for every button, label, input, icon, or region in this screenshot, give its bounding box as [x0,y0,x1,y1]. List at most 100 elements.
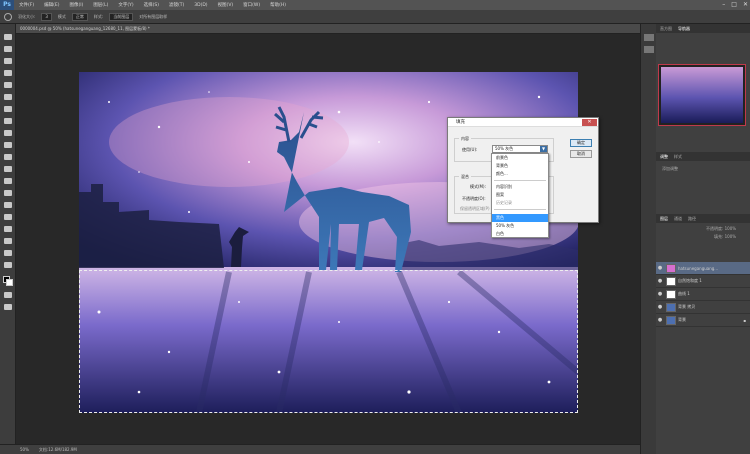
close-icon[interactable]: ✕ [743,1,748,8]
document-size: 文档:12.6M/182.9M [38,446,77,452]
visibility-eye-icon[interactable]: ● [656,304,664,310]
option-white[interactable]: 白色 [492,230,548,238]
marquee-selection [79,270,578,413]
tab-navigator[interactable]: 导航器 [678,26,690,32]
menu-view[interactable]: 视图(V) [213,2,239,8]
maximize-icon[interactable]: □ [731,1,737,8]
layer-name: 背景 [678,317,686,322]
blending-legend: 混合 [459,174,471,180]
fill-control[interactable]: 填充: 100% [714,234,736,240]
tab-channels[interactable]: 通道 [674,216,682,222]
menu-edit[interactable]: 编辑(E) [39,2,64,8]
menu-divider [494,180,546,181]
cancel-button[interactable]: 取消 [570,150,592,158]
opacity-value[interactable]: 100% [725,226,736,231]
history-panel-icon[interactable] [644,34,654,41]
menu-type[interactable]: 文字(Y) [113,2,138,8]
layer-row[interactable]: ● 背景 ▪ [656,314,750,327]
close-button[interactable]: ✕ [582,119,597,126]
layer-row[interactable]: ● 自然饱和度 1 [656,275,750,288]
menu-select[interactable]: 选择(S) [139,2,164,8]
brush-tool-icon[interactable] [4,118,12,124]
pen-tool-icon[interactable] [4,202,12,208]
use-select-value: 50% 灰色 [495,146,514,151]
menu-window[interactable]: 窗口(W) [238,2,265,8]
option-pattern[interactable]: 图案 [492,191,548,199]
tab-paths[interactable]: 路径 [688,216,696,222]
layer-row[interactable]: ● 背景 拷贝 [656,301,750,314]
dodge-tool-icon[interactable] [4,190,12,196]
visibility-eye-icon[interactable]: ● [656,291,664,297]
menu-bar: Ps 文件(F) 编辑(E) 图像(I) 图层(L) 文字(Y) 选择(S) 滤… [0,0,750,10]
zoom-level[interactable]: 50% [20,447,29,452]
visibility-eye-icon[interactable]: ● [656,317,664,323]
use-select[interactable]: 50% 灰色 ▼ [492,145,548,153]
option-50-gray[interactable]: 50% 灰色 [492,222,548,230]
layer-row[interactable]: ● hatsuneganguang... [656,262,750,275]
mode-label: 模式(M): [470,184,486,189]
preserve-transparency-checkbox[interactable]: 保留透明区域(P) [460,206,490,212]
eyedropper-icon[interactable] [4,94,12,100]
layer-thumbnail [666,315,676,325]
navigator-thumbnail[interactable] [658,64,746,126]
option-history[interactable]: 历史记录 [492,199,548,207]
minimize-icon[interactable]: – [722,1,725,8]
crop-tool-icon[interactable] [4,82,12,88]
chevron-down-icon[interactable]: ▼ [540,146,547,152]
blur-tool-icon[interactable] [4,178,12,184]
sample-all-checkbox[interactable]: 对所有图层取样 [139,14,167,20]
menu-file[interactable]: 文件(F) [14,2,39,8]
fill-value[interactable]: 100% [725,234,736,239]
path-select-icon[interactable] [4,226,12,232]
menu-layer[interactable]: 图层(L) [88,2,113,8]
gradient-tool-icon[interactable] [4,166,12,172]
layer-thumbnail [666,289,676,299]
eraser-tool-icon[interactable] [4,154,12,160]
lasso-tool-icon[interactable] [4,58,12,64]
layer-thumbnail [666,302,676,312]
menu-filter[interactable]: 滤镜(T) [164,2,189,8]
feather-input[interactable]: 3 [41,12,52,21]
feather-label: 羽化大小: [18,13,36,19]
opacity-label: 不透明度(O): [462,196,486,201]
visibility-eye-icon[interactable]: ● [656,278,664,284]
tab-histogram[interactable]: 直方图 [660,26,672,32]
menu-3d[interactable]: 3D(D) [189,3,212,8]
menu-help[interactable]: 帮助(H) [265,2,291,8]
menu-image[interactable]: 图像(I) [64,2,88,8]
clone-stamp-icon[interactable] [4,130,12,136]
background-color-swatch[interactable] [6,279,13,286]
mode-select[interactable]: 正常 [71,12,88,21]
screen-mode-icon[interactable] [4,304,12,310]
options-bar: 羽化大小: 3 模式 正常 样式: 当前图层 对所有图层取样 [0,10,750,24]
ok-button[interactable]: 确定 [570,139,592,147]
visibility-eye-icon[interactable]: ● [656,265,664,271]
marquee-tool-icon[interactable] [4,46,12,52]
menu-divider [494,209,546,210]
tab-layers[interactable]: 图层 [660,216,668,222]
layer-thumbnail [666,276,676,286]
history-brush-icon[interactable] [4,142,12,148]
move-tool-icon[interactable] [4,34,12,40]
tab-styles[interactable]: 样式 [674,154,682,160]
tab-adjustments[interactable]: 调整 [660,154,668,160]
zoom-tool-icon[interactable] [4,262,12,268]
option-color[interactable]: 颜色... [492,170,548,178]
tools-panel [0,24,16,454]
quick-select-icon[interactable] [4,70,12,76]
opacity-control[interactable]: 不透明度: 100% [706,226,736,232]
layer-row[interactable]: ● 曲线 1 [656,288,750,301]
healing-brush-icon[interactable] [4,106,12,112]
properties-panel-icon[interactable] [644,46,654,53]
option-content-aware[interactable]: 内容识别 [492,183,548,191]
type-tool-icon[interactable] [4,214,12,220]
quick-mask-icon[interactable] [4,292,12,298]
option-background[interactable]: 背景色 [492,162,548,170]
option-black[interactable]: 黑色 [492,214,548,222]
quick-select-tool-icon[interactable] [4,12,12,21]
style-select[interactable]: 当前图层 [109,12,134,21]
shape-tool-icon[interactable] [4,238,12,244]
option-foreground[interactable]: 前景色 [492,154,548,162]
hand-tool-icon[interactable] [4,250,12,256]
document-tab[interactable]: 0000004.psd @ 50% (hatsuneganguang_12680… [16,24,640,34]
